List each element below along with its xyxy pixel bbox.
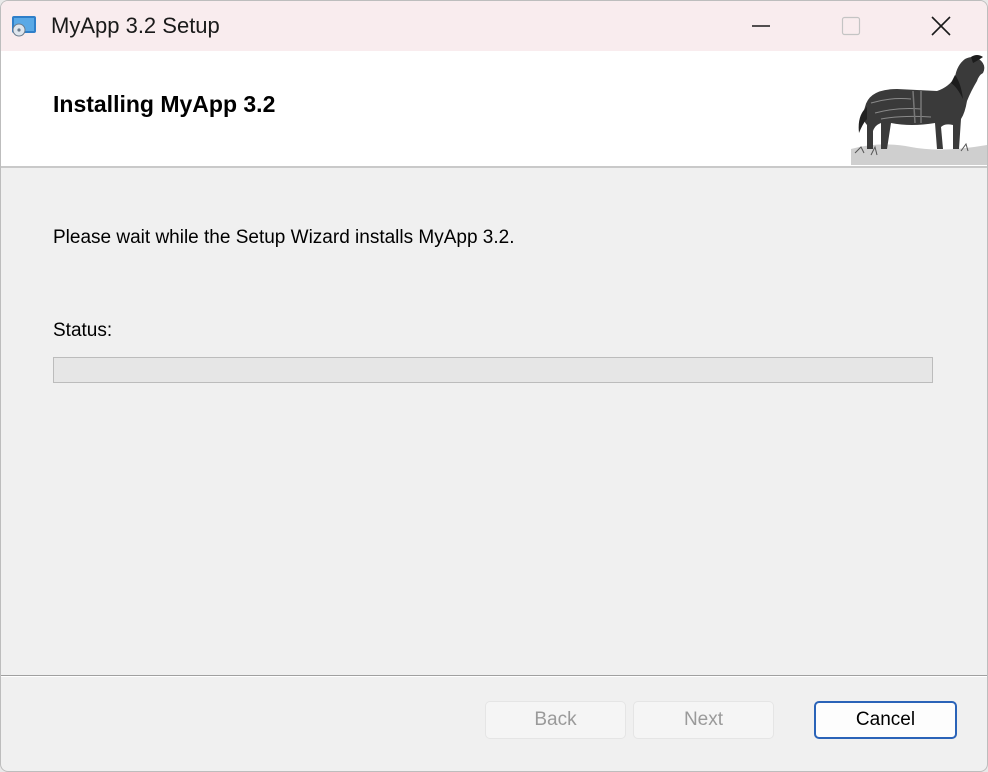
title-bar[interactable]: MyApp 3.2 Setup [1, 1, 987, 51]
header-banner: Installing MyApp 3.2 [1, 51, 987, 168]
setup-window: MyApp 3.2 Setup Installing MyApp 3.2 Ple… [0, 0, 988, 772]
page-heading: Installing MyApp 3.2 [53, 91, 276, 117]
back-button[interactable]: Back [485, 701, 626, 739]
footer-divider [1, 675, 987, 677]
maximize-button[interactable] [806, 1, 896, 51]
status-label: Status: [53, 320, 113, 341]
window-title: MyApp 3.2 Setup [51, 13, 220, 38]
install-progress-bar [53, 357, 933, 383]
close-button[interactable] [896, 1, 986, 51]
close-icon [931, 16, 951, 36]
cancel-button[interactable]: Cancel [814, 701, 957, 739]
minimize-icon [752, 25, 770, 27]
next-button[interactable]: Next [633, 701, 774, 739]
horse-engraving-image [851, 55, 987, 165]
maximize-icon [841, 16, 861, 36]
install-message: Please wait while the Setup Wizard insta… [53, 227, 515, 248]
installer-app-icon [12, 16, 36, 37]
minimize-button[interactable] [716, 1, 806, 51]
